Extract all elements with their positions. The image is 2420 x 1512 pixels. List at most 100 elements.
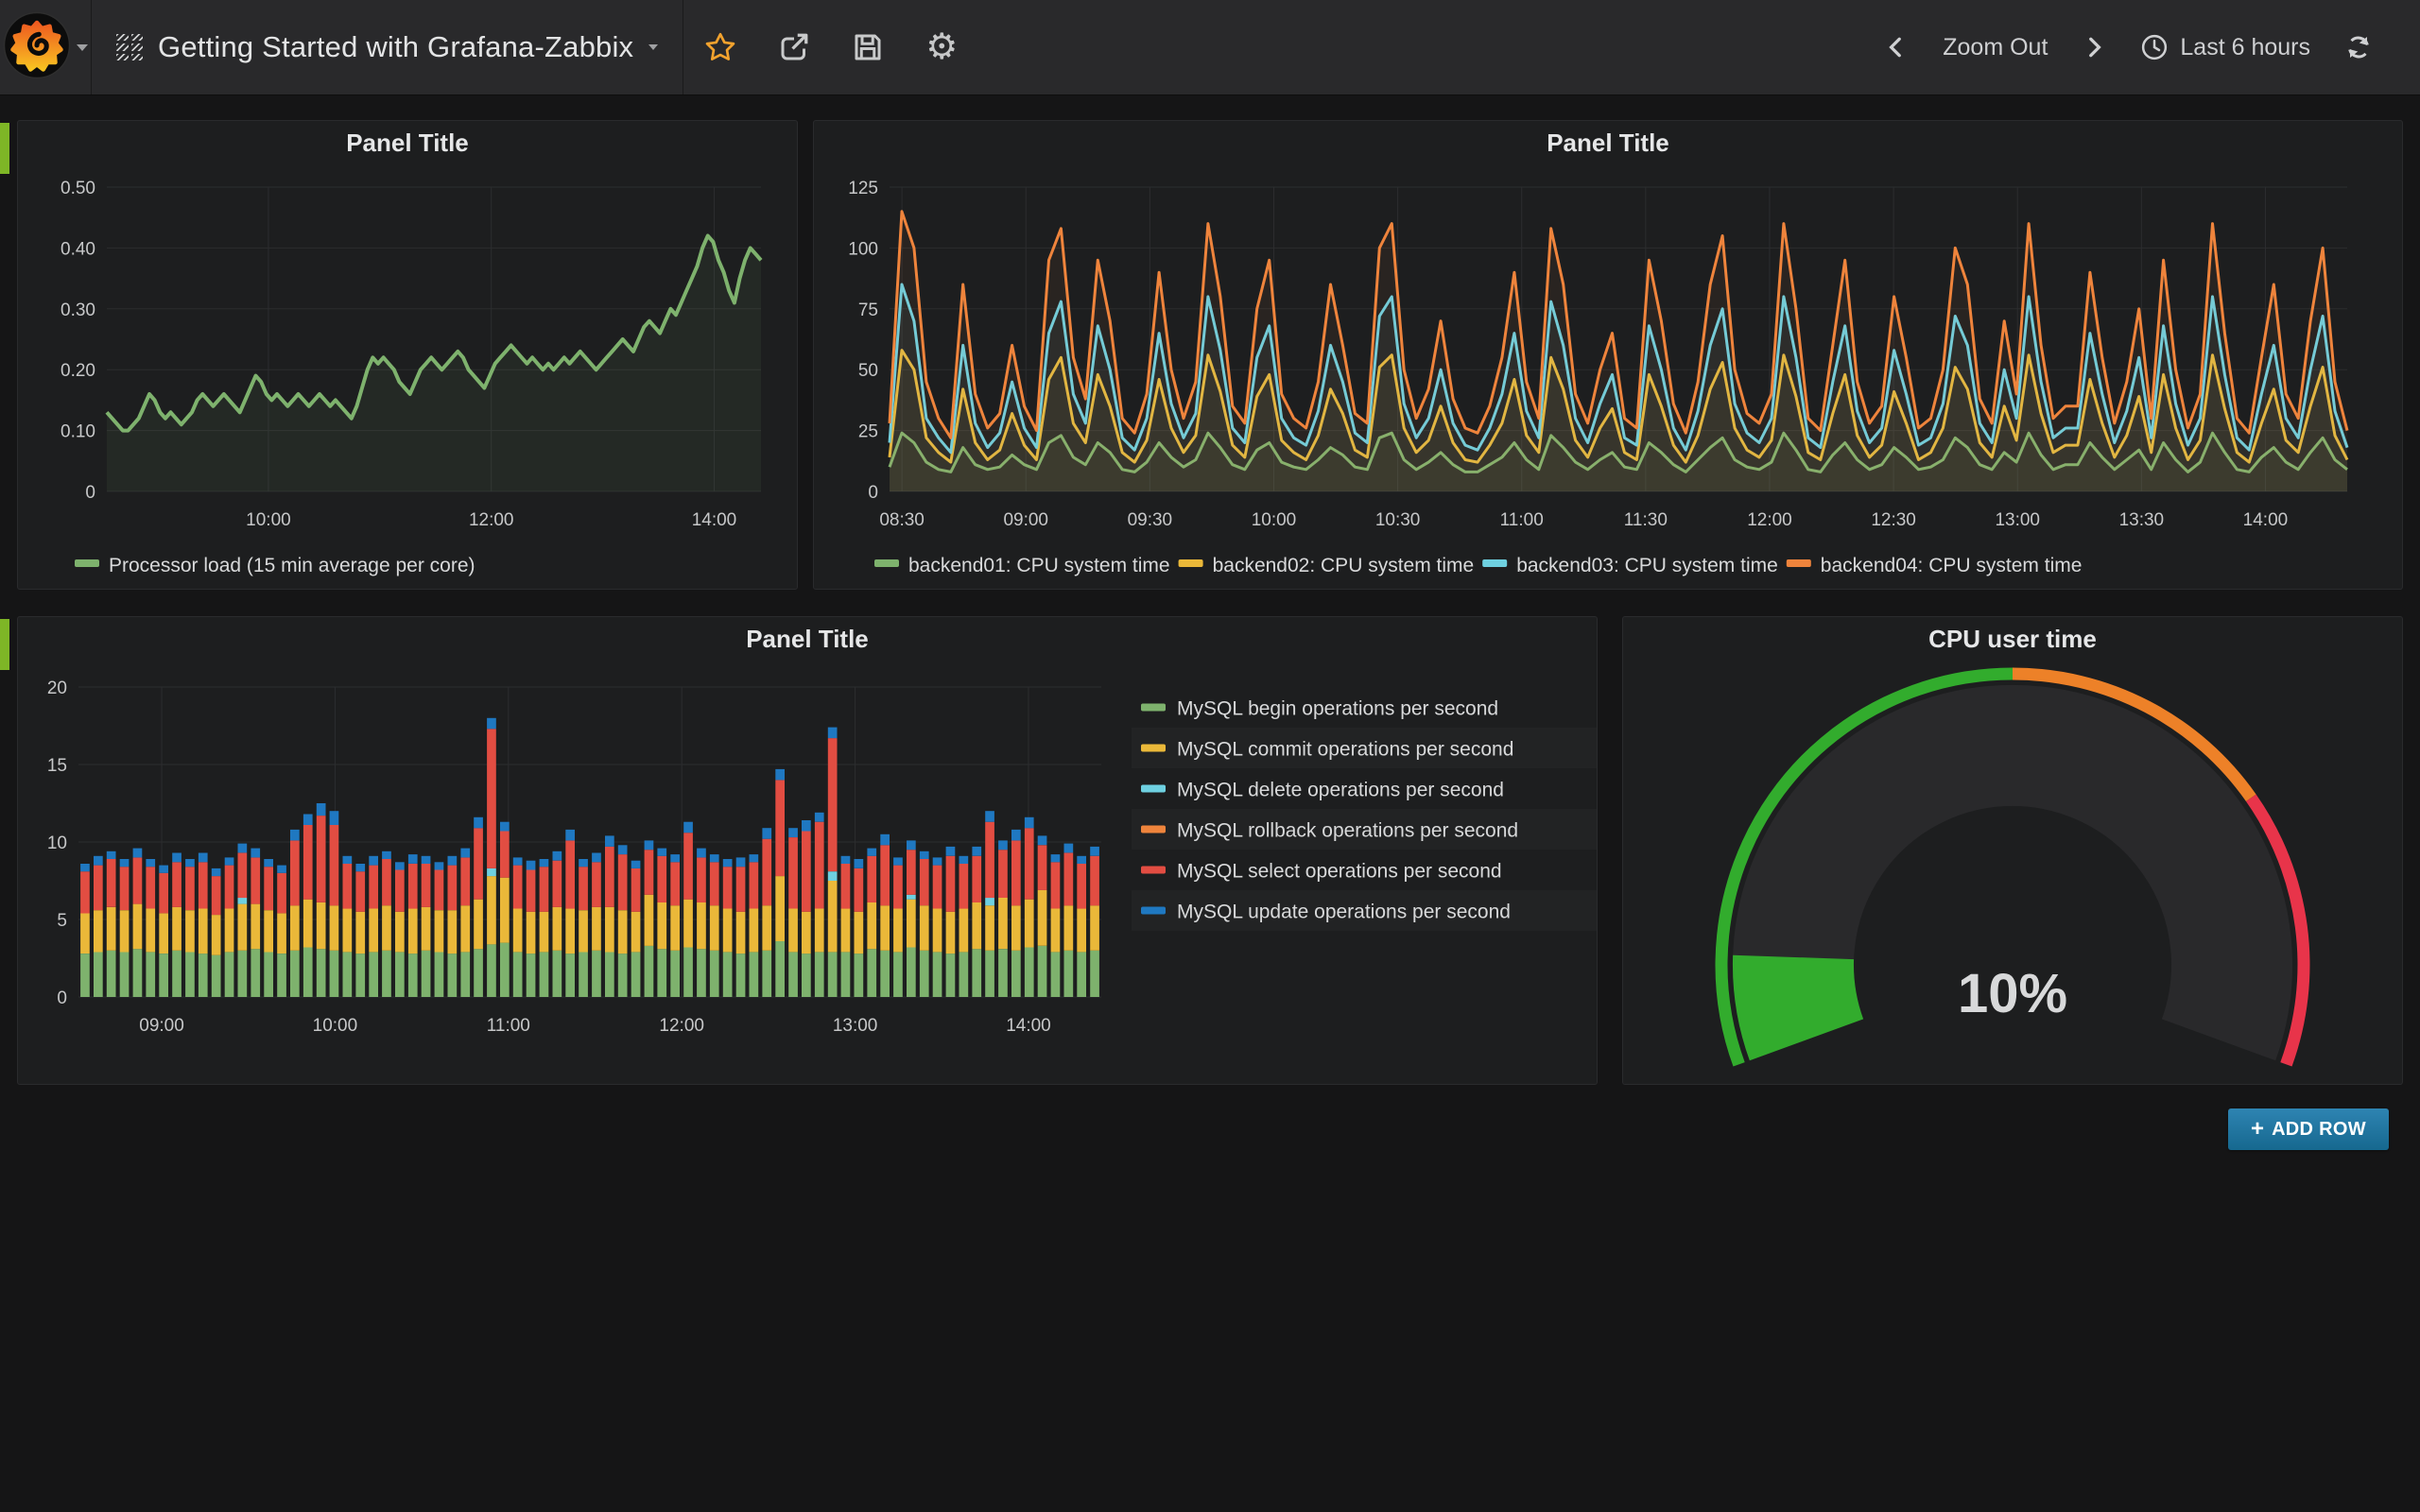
save-button[interactable]: [831, 0, 905, 94]
navbar-actions: ⚙: [683, 0, 978, 94]
bar-segment: [382, 951, 391, 997]
time-shift-back-button[interactable]: [1871, 0, 1922, 94]
bar-segment: [946, 912, 956, 954]
panel-title[interactable]: CPU user time: [1623, 625, 2402, 654]
star-button[interactable]: [683, 0, 757, 94]
bar-segment: [330, 951, 339, 997]
time-shift-forward-button[interactable]: [2068, 0, 2119, 94]
bar-segment: [645, 850, 654, 895]
svg-text:12:00: 12:00: [659, 1016, 704, 1036]
bar-segment: [723, 867, 733, 908]
legend-item[interactable]: MySQL rollback operations per second: [1132, 809, 1597, 850]
bar-segment: [775, 769, 785, 781]
share-button[interactable]: [757, 0, 831, 94]
bar-segment: [317, 949, 326, 997]
dashboard-title-dropdown[interactable]: Getting Started with Grafana-Zabbix: [92, 0, 683, 94]
bar-segment: [736, 954, 746, 997]
legend-item[interactable]: backend01: CPU system time: [874, 555, 1170, 576]
svg-text:12:30: 12:30: [1871, 510, 1916, 530]
bar-segment: [290, 905, 300, 951]
bar-segment: [527, 912, 536, 954]
bar-segment: [657, 856, 666, 902]
legend-item[interactable]: backend03: CPU system time: [1482, 555, 1778, 576]
processor-load-chart[interactable]: 00.100.200.300.400.5010:0012:0014:00Proc…: [18, 163, 797, 587]
refresh-icon: [2344, 33, 2373, 61]
bar-segment: [395, 912, 405, 953]
settings-button[interactable]: ⚙: [905, 0, 978, 94]
bar-segment: [933, 866, 942, 909]
legend-item[interactable]: MySQL select operations per second: [1141, 861, 1502, 883]
bar-segment: [107, 951, 116, 997]
bar-segment: [80, 913, 90, 954]
bar-segment: [527, 870, 536, 912]
svg-text:MySQL begin operations per sec: MySQL begin operations per second: [1177, 698, 1498, 720]
bar-segment: [723, 909, 733, 953]
bar-segment: [618, 854, 628, 910]
bar-segment: [133, 857, 143, 903]
share-icon: [777, 30, 811, 64]
bar-segment: [238, 853, 248, 899]
bar-segment: [487, 876, 496, 944]
svg-text:MySQL update operations per se: MySQL update operations per second: [1177, 902, 1511, 923]
legend-item[interactable]: MySQL commit operations per second: [1132, 728, 1597, 768]
legend-item[interactable]: MySQL delete operations per second: [1141, 780, 1504, 801]
row2-handle[interactable]: [0, 619, 9, 670]
panel-mysql-operations: Panel Title 0510152009:0010:0011:0012:00…: [17, 616, 1598, 1085]
bar-segment: [474, 949, 483, 997]
bar-segment: [959, 864, 969, 909]
mysql-operations-chart[interactable]: 0510152009:0010:0011:0012:0013:0014:00My…: [18, 659, 1597, 1082]
bar-segment: [762, 905, 771, 951]
zoom-out-button[interactable]: Zoom Out: [1929, 0, 2061, 94]
bar-segment: [683, 833, 693, 900]
bar-segment: [448, 856, 458, 866]
svg-text:12:00: 12:00: [1747, 510, 1792, 530]
bar-segment: [303, 900, 313, 948]
bar-segment: [828, 728, 838, 739]
bar-segment: [448, 866, 458, 911]
bar-segment: [107, 859, 116, 907]
bar-segment: [1064, 951, 1074, 997]
svg-text:backend02: CPU system time: backend02: CPU system time: [1213, 555, 1475, 576]
chevron-left-icon: [1884, 35, 1909, 60]
cpu-user-time-gauge[interactable]: 10%: [1623, 659, 2402, 1082]
bar-segment: [841, 856, 851, 864]
svg-text:0: 0: [868, 483, 878, 503]
logo-caret-down-icon: [77, 44, 88, 51]
grafana-logo-menu[interactable]: [0, 0, 92, 94]
bar-segment: [645, 946, 654, 997]
time-range-picker[interactable]: Last 6 hours: [2127, 0, 2324, 94]
add-row-button[interactable]: + ADD ROW: [2228, 1108, 2389, 1150]
panel-title[interactable]: Panel Title: [18, 129, 797, 158]
legend-item[interactable]: MySQL begin operations per second: [1141, 698, 1498, 720]
bar-segment: [553, 851, 562, 861]
bar-segment: [1051, 952, 1061, 997]
bar-segment: [998, 840, 1008, 850]
bar-segment: [985, 951, 994, 997]
refresh-button[interactable]: [2331, 0, 2386, 94]
bar-segment: [697, 949, 706, 997]
legend-item[interactable]: MySQL update operations per second: [1132, 890, 1597, 931]
bar-segment: [422, 951, 431, 997]
bar-segment: [120, 859, 130, 867]
legend-item[interactable]: backend04: CPU system time: [1787, 555, 2083, 576]
bar-segment: [251, 857, 260, 903]
legend-item[interactable]: Processor load (15 min average per core): [75, 555, 475, 576]
row1-handle[interactable]: [0, 123, 9, 174]
bar-segment: [1064, 844, 1074, 853]
svg-text:10: 10: [47, 833, 67, 853]
svg-text:MySQL rollback operations per: MySQL rollback operations per second: [1177, 820, 1518, 842]
bar-segment: [435, 952, 444, 997]
panel-title[interactable]: Panel Title: [814, 129, 2402, 158]
bar-segment: [146, 952, 155, 997]
svg-text:MySQL select operations per se: MySQL select operations per second: [1177, 861, 1502, 883]
clock-icon: [2140, 33, 2169, 61]
bar-segment: [120, 910, 130, 952]
bar-segment: [670, 862, 680, 905]
panel-title[interactable]: Panel Title: [18, 625, 1597, 654]
bar-segment: [723, 952, 733, 997]
bar-segment: [159, 954, 168, 997]
bar-segment: [487, 718, 496, 730]
cpu-system-time-chart[interactable]: 025507510012508:3009:0009:3010:0010:3011…: [814, 163, 2402, 587]
legend-item[interactable]: backend02: CPU system time: [1179, 555, 1475, 576]
bar-segment: [579, 859, 588, 867]
